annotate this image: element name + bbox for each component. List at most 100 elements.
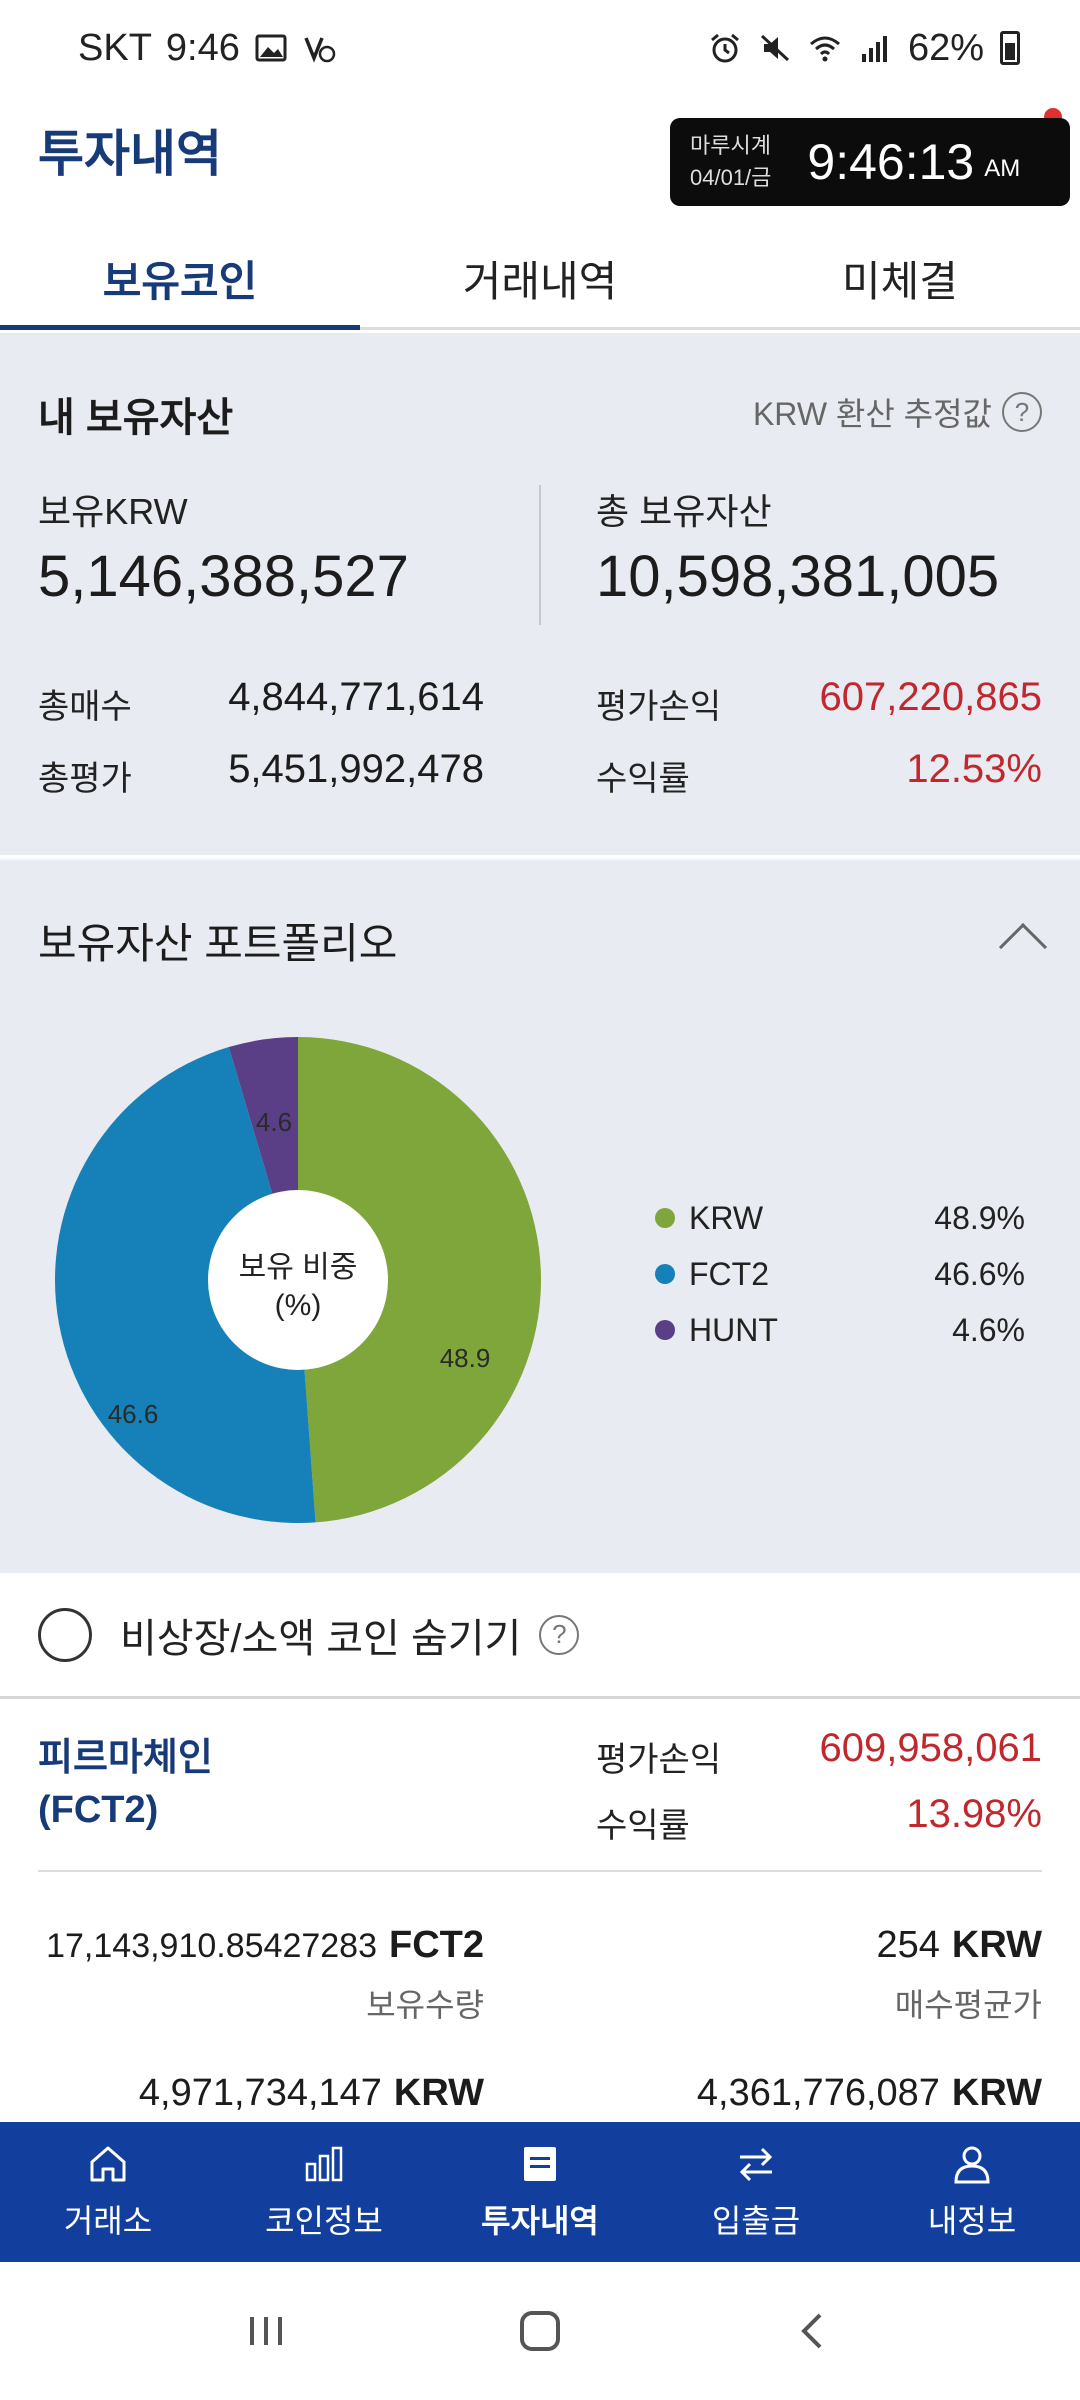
document-icon [524, 2147, 556, 2181]
system-nav-bar [0, 2262, 1080, 2400]
tab-bar: 보유코인 거래내역 미체결 [0, 230, 1080, 330]
clock-date: 04/01/금 [690, 165, 772, 190]
recent-apps-icon[interactable] [244, 2309, 288, 2353]
home-icon [90, 2146, 126, 2182]
buy-amount-unit: KRW [951, 2072, 1042, 2114]
krw-estimate-note[interactable]: KRW 환산 추정값 ? [753, 389, 1042, 435]
divider [539, 485, 541, 625]
battery-icon [1000, 31, 1020, 65]
coin-card-fct2[interactable]: 피르마체인 (FCT2) 평가손익 609,958,061 수익률 13.98%… [0, 1702, 1080, 2122]
avg-buy-price-unit: KRW [951, 1924, 1042, 1966]
bar-chart-icon [305, 2146, 343, 2182]
holding-quantity: 17,143,910.85427283 FCT2 [46, 1924, 484, 1967]
chevron-up-icon[interactable] [998, 922, 1048, 972]
total-buy-value: 4,844,771,614 [228, 675, 484, 719]
slice-label-hunt: 4.6 [256, 1107, 292, 1137]
krw-value: 5,146,388,527 [38, 544, 409, 609]
legend-item-krw: KRW 48.9% [655, 1190, 1025, 1246]
slice-label-fct2: 46.6 [108, 1399, 159, 1429]
tab-holdings[interactable]: 보유코인 [0, 230, 360, 330]
coin-rate-label: 수익률 [596, 1807, 690, 1845]
assets-title: 내 보유자산 [38, 396, 234, 440]
nav-label: 투자내역 [481, 2203, 599, 2239]
battery-percent: 62% [907, 26, 984, 69]
tab-history[interactable]: 거래내역 [360, 230, 720, 327]
clock-time: 9:46:13 [807, 134, 975, 190]
nav-label: 코인정보 [265, 2203, 383, 2239]
hide-small-coins-radio[interactable] [38, 1607, 92, 1662]
assets-summary: 내 보유자산 KRW 환산 추정값 ? 보유KRW 5,146,388,527 … [0, 333, 1080, 855]
donut-center-line2: (%) [275, 1289, 322, 1322]
clock-app-name: 마루시계 [690, 133, 771, 158]
help-icon[interactable]: ? [1002, 392, 1042, 432]
legend-dot [655, 1320, 675, 1340]
hide-small-coins-row[interactable]: 비상장/소액 코인 숨기기 ? [0, 1573, 1080, 1699]
legend-item-fct2: FCT2 46.6% [655, 1246, 1025, 1302]
alarm-icon [710, 33, 739, 63]
total-eval-label: 총평가 [38, 760, 132, 798]
coin-pnl-value: 609,958,061 [819, 1726, 1042, 1770]
bottom-nav: 거래소 코인정보 투자내역 입출금 내정보 [0, 2122, 1080, 2262]
eval-amount-unit: KRW [393, 2072, 484, 2114]
holding-quantity-label: 보유수량 [366, 1987, 484, 2023]
nav-deposit-withdraw[interactable]: 입출금 [648, 2122, 864, 2262]
legend-value: 48.9% [934, 1199, 1025, 1236]
hide-small-coins-label: 비상장/소액 코인 숨기기 [120, 1616, 522, 1661]
portfolio-legend: KRW 48.9% FCT2 46.6% HUNT 4.6% [655, 1190, 1025, 1358]
holding-quantity-value: 17,143,910.85427283 [46, 1927, 377, 1965]
coin-name-korean: 피르마체인 [38, 1737, 213, 1779]
nav-my-info[interactable]: 내정보 [864, 2122, 1080, 2262]
total-assets-value: 10,598,381,005 [596, 544, 1000, 609]
pnl-label: 평가손익 [596, 688, 722, 726]
total-assets-label: 총 보유자산 [596, 491, 772, 532]
page-title: 투자내역 [38, 126, 222, 182]
portfolio-title: 보유자산 포트폴리오 [38, 920, 398, 967]
legend-name: FCT2 [689, 1255, 769, 1292]
coin-name-symbol: (FCT2) [38, 1789, 159, 1831]
buy-amount: 4,361,776,087 KRW [697, 2072, 1042, 2115]
holding-quantity-unit: FCT2 [389, 1924, 484, 1966]
nav-investment[interactable]: 투자내역 [432, 2122, 648, 2262]
help-icon[interactable]: ? [539, 1614, 580, 1655]
transfer-icon [739, 2147, 773, 2182]
carrier-label: SKT [78, 26, 152, 69]
back-icon[interactable] [792, 2309, 836, 2353]
legend-item-hunt: HUNT 4.6% [655, 1302, 1025, 1358]
legend-name: KRW [689, 1199, 764, 1236]
eval-amount: 4,971,734,147 KRW [139, 2072, 484, 2115]
legend-dot [655, 1264, 675, 1284]
app-header: 투자내역 마루시계 04/01/금 9:46:13 AM [0, 96, 1080, 230]
nav-coin-info[interactable]: 코인정보 [216, 2122, 432, 2262]
nav-exchange[interactable]: 거래소 [0, 2122, 216, 2262]
avg-buy-price-label: 매수평균가 [894, 1987, 1042, 2023]
legend-name: HUNT [689, 1311, 778, 1348]
home-button-icon[interactable] [515, 2306, 565, 2356]
krw-label: 보유KRW [38, 491, 188, 532]
total-buy-label: 총매수 [38, 688, 132, 726]
portfolio-donut-chart: 보유 비중 (%) 48.9 46.6 4.6 [55, 1037, 541, 1523]
avg-buy-price: 254 KRW [877, 1924, 1042, 1967]
signal-icon [861, 36, 887, 62]
eval-amount-value: 4,971,734,147 [138, 2072, 382, 2114]
donut-center-line1: 보유 비중 [239, 1251, 358, 1284]
nav-label: 입출금 [711, 2203, 801, 2239]
buy-amount-value: 4,361,776,087 [696, 2072, 940, 2114]
avg-buy-price-value: 254 [876, 1924, 940, 1966]
clock-ampm: AM [984, 155, 1021, 182]
legend-value: 4.6% [952, 1311, 1025, 1348]
legend-value: 46.6% [934, 1255, 1025, 1292]
notification-icon [304, 37, 336, 63]
return-rate-value: 12.53% [906, 747, 1042, 791]
coin-pnl-label: 평가손익 [596, 1741, 722, 1779]
total-eval-value: 5,451,992,478 [228, 747, 484, 791]
coin-rate-value: 13.98% [906, 1792, 1042, 1836]
tab-pending[interactable]: 미체결 [720, 230, 1080, 327]
krw-estimate-label: KRW 환산 추정값 [752, 396, 992, 432]
status-bar: SKT 9:46 62% [0, 0, 1080, 96]
clock-overlay[interactable]: 마루시계 04/01/금 9:46:13 AM [670, 118, 1070, 206]
gallery-icon [255, 34, 287, 62]
nav-label: 내정보 [927, 2203, 1017, 2239]
status-time: 9:46 [165, 26, 240, 69]
return-rate-label: 수익률 [596, 760, 690, 798]
pnl-value: 607,220,865 [819, 675, 1042, 719]
